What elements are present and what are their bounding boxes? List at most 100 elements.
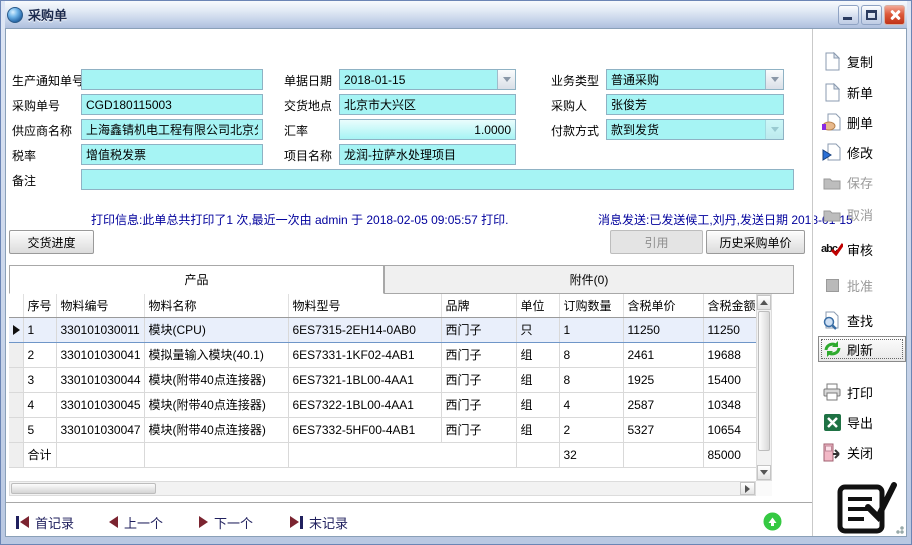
sidebar-button-refresh[interactable]: 刷新 bbox=[818, 336, 906, 362]
scroll-right-button[interactable] bbox=[740, 482, 755, 495]
table-cell: 4 bbox=[23, 392, 56, 417]
tax-rate-input[interactable]: 增值税发票 bbox=[81, 144, 263, 165]
previous-record-icon bbox=[109, 516, 118, 528]
row-marker bbox=[9, 342, 23, 367]
supplier-label: 供应商名称 bbox=[12, 122, 72, 139]
table-cell: 1925 bbox=[623, 367, 703, 392]
exchange-rate-label: 汇率 bbox=[284, 122, 308, 139]
table-cell: 模块(附带40点连接器) bbox=[144, 417, 288, 442]
payment-method-dropdown-icon[interactable] bbox=[765, 120, 783, 139]
table-cell: 1 bbox=[23, 317, 56, 342]
sidebar-button-delete-doc[interactable]: 删单 bbox=[818, 109, 906, 135]
sidebar-divider bbox=[812, 29, 814, 536]
minimize-button[interactable] bbox=[838, 5, 859, 25]
table-row[interactable]: 1330101030011模块(CPU)6ES7315-2EH14-0AB0西门… bbox=[9, 317, 756, 342]
doc-date-dropdown-icon[interactable] bbox=[497, 70, 515, 89]
table-cell: 模块(附带40点连接器) bbox=[144, 392, 288, 417]
table-cell: 2 bbox=[23, 342, 56, 367]
save-icon bbox=[821, 172, 843, 192]
table-cell: 330101030044 bbox=[56, 367, 144, 392]
remark-input[interactable] bbox=[81, 169, 794, 190]
refresh-icon bbox=[821, 339, 843, 359]
sidebar-button-label: 修改 bbox=[847, 143, 873, 162]
purchaser-label: 采购人 bbox=[551, 97, 587, 114]
project-name-input[interactable]: 龙润-拉萨水处理项目 bbox=[339, 144, 516, 165]
sidebar-button-label: 复制 bbox=[847, 52, 873, 71]
first-record-icon bbox=[16, 516, 29, 529]
table-row[interactable]: 2330101030041模拟量输入模块(40.1)6ES7331-1KF02-… bbox=[9, 342, 756, 367]
table-cell: 2 bbox=[559, 417, 623, 442]
nav-next-record[interactable]: 下一个 bbox=[199, 512, 253, 532]
quote-button: 引用 bbox=[610, 230, 703, 254]
table-cell: 8 bbox=[559, 342, 623, 367]
sidebar-button-close-door[interactable]: 关闭 bbox=[818, 439, 906, 465]
table-cell: 组 bbox=[516, 342, 559, 367]
doc-date-select[interactable]: 2018-01-15 bbox=[339, 69, 516, 90]
message-info-text: 消息发送:已发送候工,刘丹,发送日期 2018-01-15 bbox=[598, 211, 853, 228]
po-number-input[interactable]: CGD180115003 bbox=[81, 94, 263, 115]
scroll-up-button[interactable] bbox=[757, 295, 771, 310]
table-cell: 6ES7321-1BL00-4AA1 bbox=[288, 367, 441, 392]
sidebar-button-abc-check[interactable]: abc审核 bbox=[818, 236, 906, 262]
sidebar-button-copy-doc[interactable]: 复制 bbox=[818, 48, 906, 74]
tab-products[interactable]: 产品 bbox=[9, 265, 384, 294]
table-cell bbox=[288, 442, 516, 467]
table-row[interactable]: 5330101030047模块(附带40点连接器)6ES7332-5HF00-4… bbox=[9, 417, 756, 442]
supplier-input[interactable]: 上海鑫锖机电工程有限公司北京分 bbox=[81, 119, 263, 140]
table-cell: 只 bbox=[516, 317, 559, 342]
table-cell: 32 bbox=[559, 442, 623, 467]
delivery-progress-button[interactable]: 交货进度 bbox=[9, 230, 94, 254]
row-marker-header bbox=[9, 294, 23, 317]
business-type-dropdown-icon[interactable] bbox=[765, 70, 783, 89]
delivery-place-input[interactable]: 北京市大兴区 bbox=[339, 94, 516, 115]
purchaser-input[interactable]: 张俊芳 bbox=[606, 94, 784, 115]
table-cell bbox=[623, 442, 703, 467]
horizontal-scroll-thumb[interactable] bbox=[11, 483, 156, 494]
close-button[interactable] bbox=[884, 5, 905, 25]
remark-label: 备注 bbox=[12, 172, 36, 189]
maximize-button[interactable] bbox=[861, 5, 882, 25]
payment-method-select[interactable]: 款到发货 bbox=[606, 119, 784, 140]
nav-last-record[interactable]: 末记录 bbox=[290, 512, 348, 532]
table-cell: 西门子 bbox=[441, 367, 516, 392]
table-row[interactable]: 3330101030044模块(附带40点连接器)6ES7321-1BL00-4… bbox=[9, 367, 756, 392]
sidebar-button-print[interactable]: 打印 bbox=[818, 379, 906, 405]
table-cell: 5327 bbox=[623, 417, 703, 442]
delivery-place-label: 交货地点 bbox=[284, 97, 332, 114]
table-cell: 11250 bbox=[623, 317, 703, 342]
production-notice-input[interactable] bbox=[81, 69, 263, 90]
table-cell: 西门子 bbox=[441, 317, 516, 342]
green-status-icon bbox=[763, 512, 782, 534]
table-cell: 模块(CPU) bbox=[144, 317, 288, 342]
table-cell: 6ES7315-2EH14-0AB0 bbox=[288, 317, 441, 342]
history-price-button[interactable]: 历史采购单价 bbox=[706, 230, 805, 254]
col-unit-price: 含税单价 bbox=[623, 294, 703, 317]
sidebar-button-modify-doc[interactable]: 修改 bbox=[818, 139, 906, 165]
exchange-rate-input[interactable]: 1.0000 bbox=[339, 119, 516, 140]
nav-previous-record[interactable]: 上一个 bbox=[109, 512, 163, 532]
close-door-icon bbox=[821, 442, 843, 462]
copy-doc-icon bbox=[821, 51, 843, 71]
table-total-row: 合计3285000 bbox=[9, 442, 756, 467]
resize-grip[interactable] bbox=[892, 522, 904, 534]
maximize-icon bbox=[866, 10, 877, 20]
tab-attachments[interactable]: 附件(0) bbox=[384, 265, 794, 294]
vertical-scroll-thumb[interactable] bbox=[758, 311, 770, 451]
sidebar-button-new-doc[interactable]: 新单 bbox=[818, 79, 906, 105]
sidebar-button-approve: 批准 bbox=[818, 272, 906, 298]
sidebar-button-excel-export[interactable]: 导出 bbox=[818, 409, 906, 435]
scroll-down-button[interactable] bbox=[757, 465, 771, 480]
table-cell: 10348 bbox=[703, 392, 756, 417]
horizontal-scrollbar[interactable] bbox=[9, 481, 756, 496]
row-marker bbox=[9, 367, 23, 392]
nav-first-record[interactable]: 首记录 bbox=[16, 512, 74, 532]
title-bar: 采购单 bbox=[5, 1, 907, 28]
business-type-select[interactable]: 普通采购 bbox=[606, 69, 784, 90]
purchase-order-window: 采购单 生产通知单号 采购单号 CGD180115003 供应商名称 上海鑫锖机… bbox=[0, 0, 912, 545]
sidebar-button-cancel: 取消 bbox=[818, 201, 906, 227]
table-cell: 6ES7322-1BL00-4AA1 bbox=[288, 392, 441, 417]
col-brand: 品牌 bbox=[441, 294, 516, 317]
table-row[interactable]: 4330101030045模块(附带40点连接器)6ES7322-1BL00-4… bbox=[9, 392, 756, 417]
vertical-scrollbar[interactable] bbox=[756, 294, 772, 481]
sidebar-button-find[interactable]: 查找 bbox=[818, 307, 906, 333]
